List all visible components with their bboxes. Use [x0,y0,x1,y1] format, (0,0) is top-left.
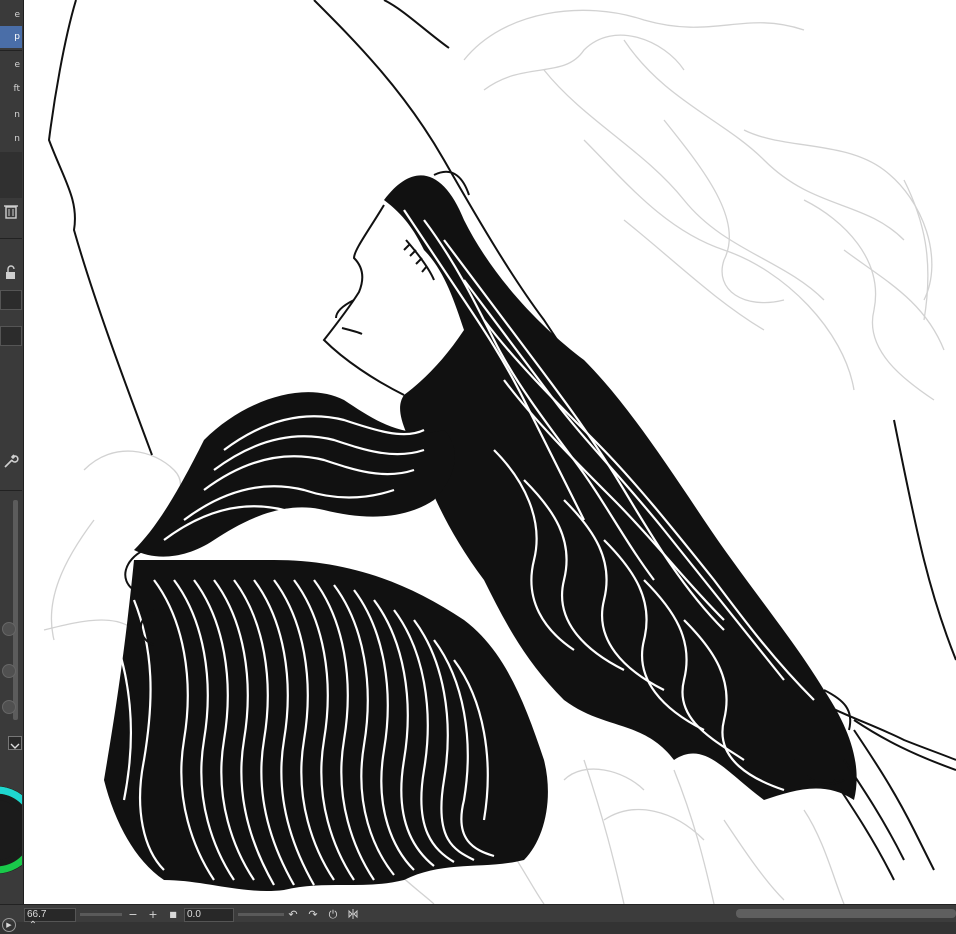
layer-row[interactable]: n [0,104,22,126]
layer-row-label: n [14,110,20,120]
color-wheel[interactable] [0,775,22,885]
layer-row-selected[interactable]: p [0,26,22,48]
layer-row[interactable]: e [0,54,22,76]
left-palette-strip: e p e ft n n [0,0,24,904]
play-button[interactable]: ▶ [2,918,16,932]
horizontal-scrollbar[interactable] [736,909,956,918]
property-field[interactable] [0,290,22,310]
layer-row-label: n [14,134,20,144]
rotation-field[interactable]: 0.0 [184,908,234,922]
layer-row-label: ft [13,84,20,94]
rotation-slider[interactable] [238,913,284,916]
dropdown-arrow-icon[interactable] [8,736,22,750]
trash-icon[interactable] [0,200,22,222]
palette-dark-area [0,152,22,198]
flip-button[interactable] [346,908,360,922]
rotate-left-button[interactable]: ↶ [286,908,300,922]
layer-row-label: e [14,60,20,70]
layer-row[interactable]: n [0,128,22,150]
artwork [43,0,956,904]
divider [0,50,22,51]
status-bar-lower: ▶ ⌃ [0,918,956,934]
zoom-out-button[interactable]: − [126,908,140,922]
property-field[interactable] [0,326,22,346]
divider [0,490,22,491]
slider-knob[interactable] [2,664,16,678]
zoom-slider[interactable] [80,913,122,916]
flip-icon [348,909,358,919]
expand-button[interactable]: ⌃ [26,919,40,933]
wrench-icon[interactable] [0,450,22,472]
layer-row-label: e [14,10,20,20]
lock-icon[interactable] [0,262,22,284]
status-bar: 66.7 − + ■ 0.0 ↶ ↷ ⏻ ▶ ⌃ [0,904,956,934]
drawing-canvas[interactable] [24,0,956,904]
layer-row[interactable]: e [0,4,22,26]
rotate-right-button[interactable]: ↷ [306,908,320,922]
palette-scrollbar[interactable] [13,500,18,720]
divider [0,238,22,239]
fit-to-screen-button[interactable]: ■ [166,908,180,922]
zoom-in-button[interactable]: + [146,908,160,922]
layer-row-label: p [14,32,20,42]
reset-rotation-button[interactable]: ⏻ [326,908,340,922]
layer-row[interactable]: ft [0,78,22,100]
slider-knob[interactable] [2,622,16,636]
hair-mass [104,175,857,892]
slider-knob[interactable] [2,700,16,714]
